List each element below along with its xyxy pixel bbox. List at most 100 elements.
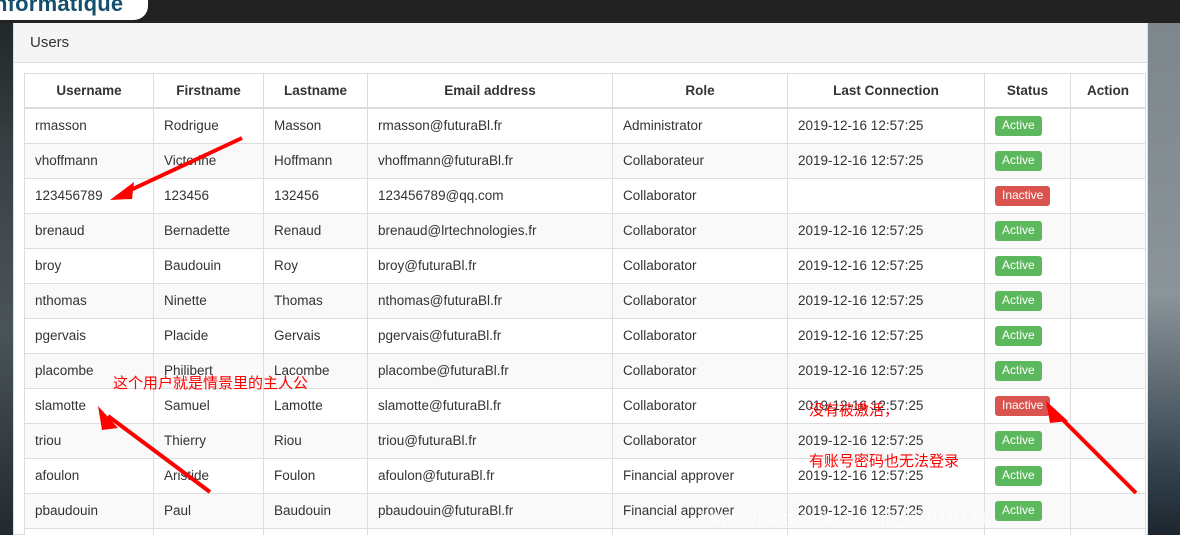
cell-role: Collaborator (612, 352, 788, 389)
cell-role: Manager (612, 527, 788, 535)
cell-last-connection: 2019-12-16 12:57:25 (787, 317, 985, 354)
cell-action[interactable] (1070, 317, 1146, 354)
cell-lastname: Nguyen (263, 527, 368, 535)
cell-status: Active (984, 457, 1071, 494)
table-row[interactable]: pgervais Placide Gervais pgervais@futuraBl.… (24, 317, 1146, 354)
cell-action[interactable] (1070, 387, 1146, 424)
cell-status: Active (984, 317, 1071, 354)
cell-last-connection: 2019-12-16 12:57:25 (787, 282, 985, 319)
users-table-head: Username Firstname Lastname Email addres… (24, 73, 1146, 109)
cell-lastname: Renaud (263, 212, 368, 249)
column-header-username[interactable]: Username (24, 73, 154, 109)
cell-firstname: Rodrigue (153, 107, 264, 144)
table-row[interactable]: afoulon Aristide Foulon afoulon@futuraBl.fr… (24, 457, 1146, 494)
status-badge: Active (995, 500, 1042, 521)
cell-username: placombe (24, 352, 154, 389)
cell-last-connection: 2019-12-16 12:57:25 (787, 352, 985, 389)
cell-action[interactable] (1070, 457, 1146, 494)
cell-firstname: Bernadette (153, 212, 264, 249)
table-row[interactable]: rmasson Rodrigue Masson rmasson@futuraBl.fr… (24, 107, 1146, 144)
cell-email: vhoffmann@futuraBl.fr (367, 142, 613, 179)
cell-status: Inactive (984, 177, 1071, 214)
cell-lastname: Masson (263, 107, 368, 144)
table-row[interactable]: vhoffmann Victorine Hoffmann vhoffmann@futu… (24, 142, 1146, 179)
table-row[interactable]: mnguyenMaximilienNguyenmnguyen@futuraBl.… (24, 527, 1146, 535)
cell-action[interactable] (1070, 422, 1146, 459)
cell-status: Active (984, 527, 1071, 535)
cell-email: pgervais@futuraBl.fr (367, 317, 613, 354)
cell-firstname: Samuel (153, 387, 264, 424)
cell-role: Collaborator (612, 247, 788, 284)
status-badge: Active (995, 150, 1042, 171)
table-row[interactable]: slamotte Samuel Lamotte slamotte@futuraBl.f… (24, 387, 1146, 424)
cell-email: broy@futuraBl.fr (367, 247, 613, 284)
cell-username: pbaudouin (24, 492, 154, 529)
cell-firstname: Aristide (153, 457, 264, 494)
status-badge: Inactive (995, 395, 1051, 416)
cell-action[interactable] (1070, 177, 1146, 214)
table-row[interactable]: broy Baudouin Roy broy@futuraBl.fr Collabora… (24, 247, 1146, 284)
cell-username: afoulon (24, 457, 154, 494)
column-header-last-connection[interactable]: Last Connection (787, 73, 985, 109)
cell-firstname: Thierry (153, 422, 264, 459)
column-header-role[interactable]: Role (612, 73, 788, 109)
status-badge: Active (995, 115, 1042, 136)
status-badge: Active (995, 325, 1042, 346)
cell-last-connection: 2019-12-16 12:57:25 (787, 527, 985, 535)
cell-firstname: Maximilien (153, 527, 264, 535)
top-navbar: nformatique (0, 0, 1180, 23)
column-header-action[interactable]: Action (1070, 73, 1146, 109)
column-header-status[interactable]: Status (984, 73, 1071, 109)
brand-logo-tab[interactable]: nformatique (0, 0, 148, 20)
cell-firstname: Placide (153, 317, 264, 354)
cell-last-connection: 2019-12-16 12:57:25 (787, 387, 985, 424)
cell-email: nthomas@futuraBl.fr (367, 282, 613, 319)
cell-action[interactable] (1070, 247, 1146, 284)
cell-lastname: Thomas (263, 282, 368, 319)
cell-role: Collaborateur (612, 142, 788, 179)
cell-status: Active (984, 282, 1071, 319)
table-row[interactable]: pbaudouin Paul Baudouin pbaudouin@futuraBl.… (24, 492, 1146, 529)
cell-status: Active (984, 212, 1071, 249)
brand-logo-text: nformatique (0, 0, 124, 16)
cell-username: triou (24, 422, 154, 459)
cell-role: Collaborator (612, 212, 788, 249)
status-badge: Active (995, 465, 1042, 486)
cell-email: afoulon@futuraBl.fr (367, 457, 613, 494)
cell-username: mnguyen (24, 527, 154, 535)
cell-email: rmasson@futuraBl.fr (367, 107, 613, 144)
cell-firstname: Philibert (153, 352, 264, 389)
cell-email: triou@futuraBl.fr (367, 422, 613, 459)
cell-username: rmasson (24, 107, 154, 144)
cell-action[interactable] (1070, 142, 1146, 179)
cell-role: Collaborator (612, 422, 788, 459)
column-header-firstname[interactable]: Firstname (153, 73, 264, 109)
cell-role: Administrator (612, 107, 788, 144)
cell-status: Inactive (984, 387, 1071, 424)
cell-action[interactable] (1070, 212, 1146, 249)
table-row[interactable]: triou Thierry Riou triou@futuraBl.fr Collabo… (24, 422, 1146, 459)
column-header-lastname[interactable]: Lastname (263, 73, 368, 109)
table-row[interactable]: 123456789 123456 132456 123456789@qq.com Col… (24, 177, 1146, 214)
status-badge: Active (995, 220, 1042, 241)
table-row[interactable]: brenaud Bernadette Renaud brenaud@lrtechnol… (24, 212, 1146, 249)
cell-username: vhoffmann (24, 142, 154, 179)
table-row[interactable]: nthomas Ninette Thomas nthomas@futuraBl.fr C… (24, 282, 1146, 319)
cell-firstname: Paul (153, 492, 264, 529)
cell-lastname: Hoffmann (263, 142, 368, 179)
cell-email: pbaudouin@futuraBl.fr (367, 492, 613, 529)
status-badge: Active (995, 255, 1042, 276)
cell-action[interactable] (1070, 492, 1146, 529)
cell-lastname: Baudouin (263, 492, 368, 529)
cell-action[interactable] (1070, 282, 1146, 319)
cell-action[interactable] (1070, 107, 1146, 144)
column-header-email[interactable]: Email address (367, 73, 613, 109)
panel-body: Username Firstname Lastname Email addres… (14, 63, 1147, 535)
table-row[interactable]: placombe Philibert Lacombe placombe@futuraB… (24, 352, 1146, 389)
cell-action[interactable] (1070, 352, 1146, 389)
cell-firstname: Victorine (153, 142, 264, 179)
cell-status: Active (984, 492, 1071, 529)
cell-firstname: Baudouin (153, 247, 264, 284)
cell-role: Financial approver (612, 457, 788, 494)
cell-action[interactable] (1070, 527, 1146, 535)
